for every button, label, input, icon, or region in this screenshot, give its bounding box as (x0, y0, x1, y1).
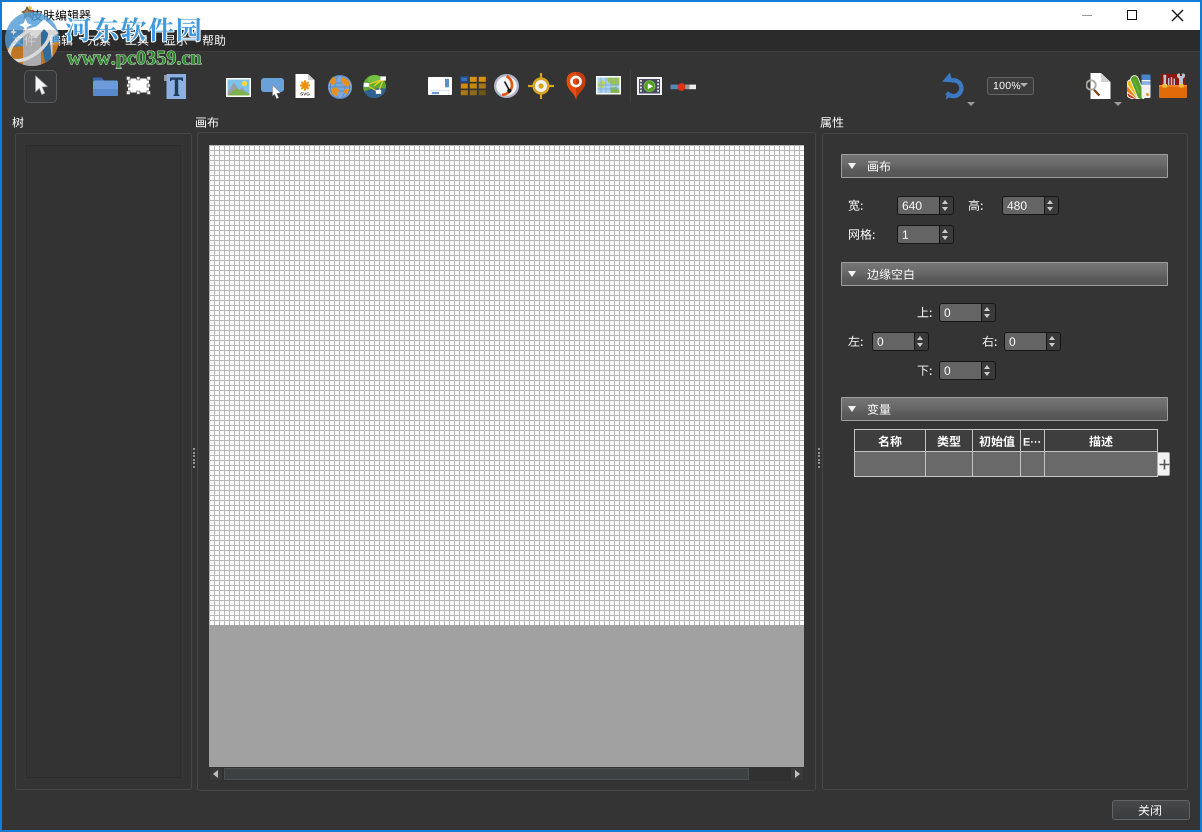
svg-text:SVG: SVG (300, 91, 310, 96)
